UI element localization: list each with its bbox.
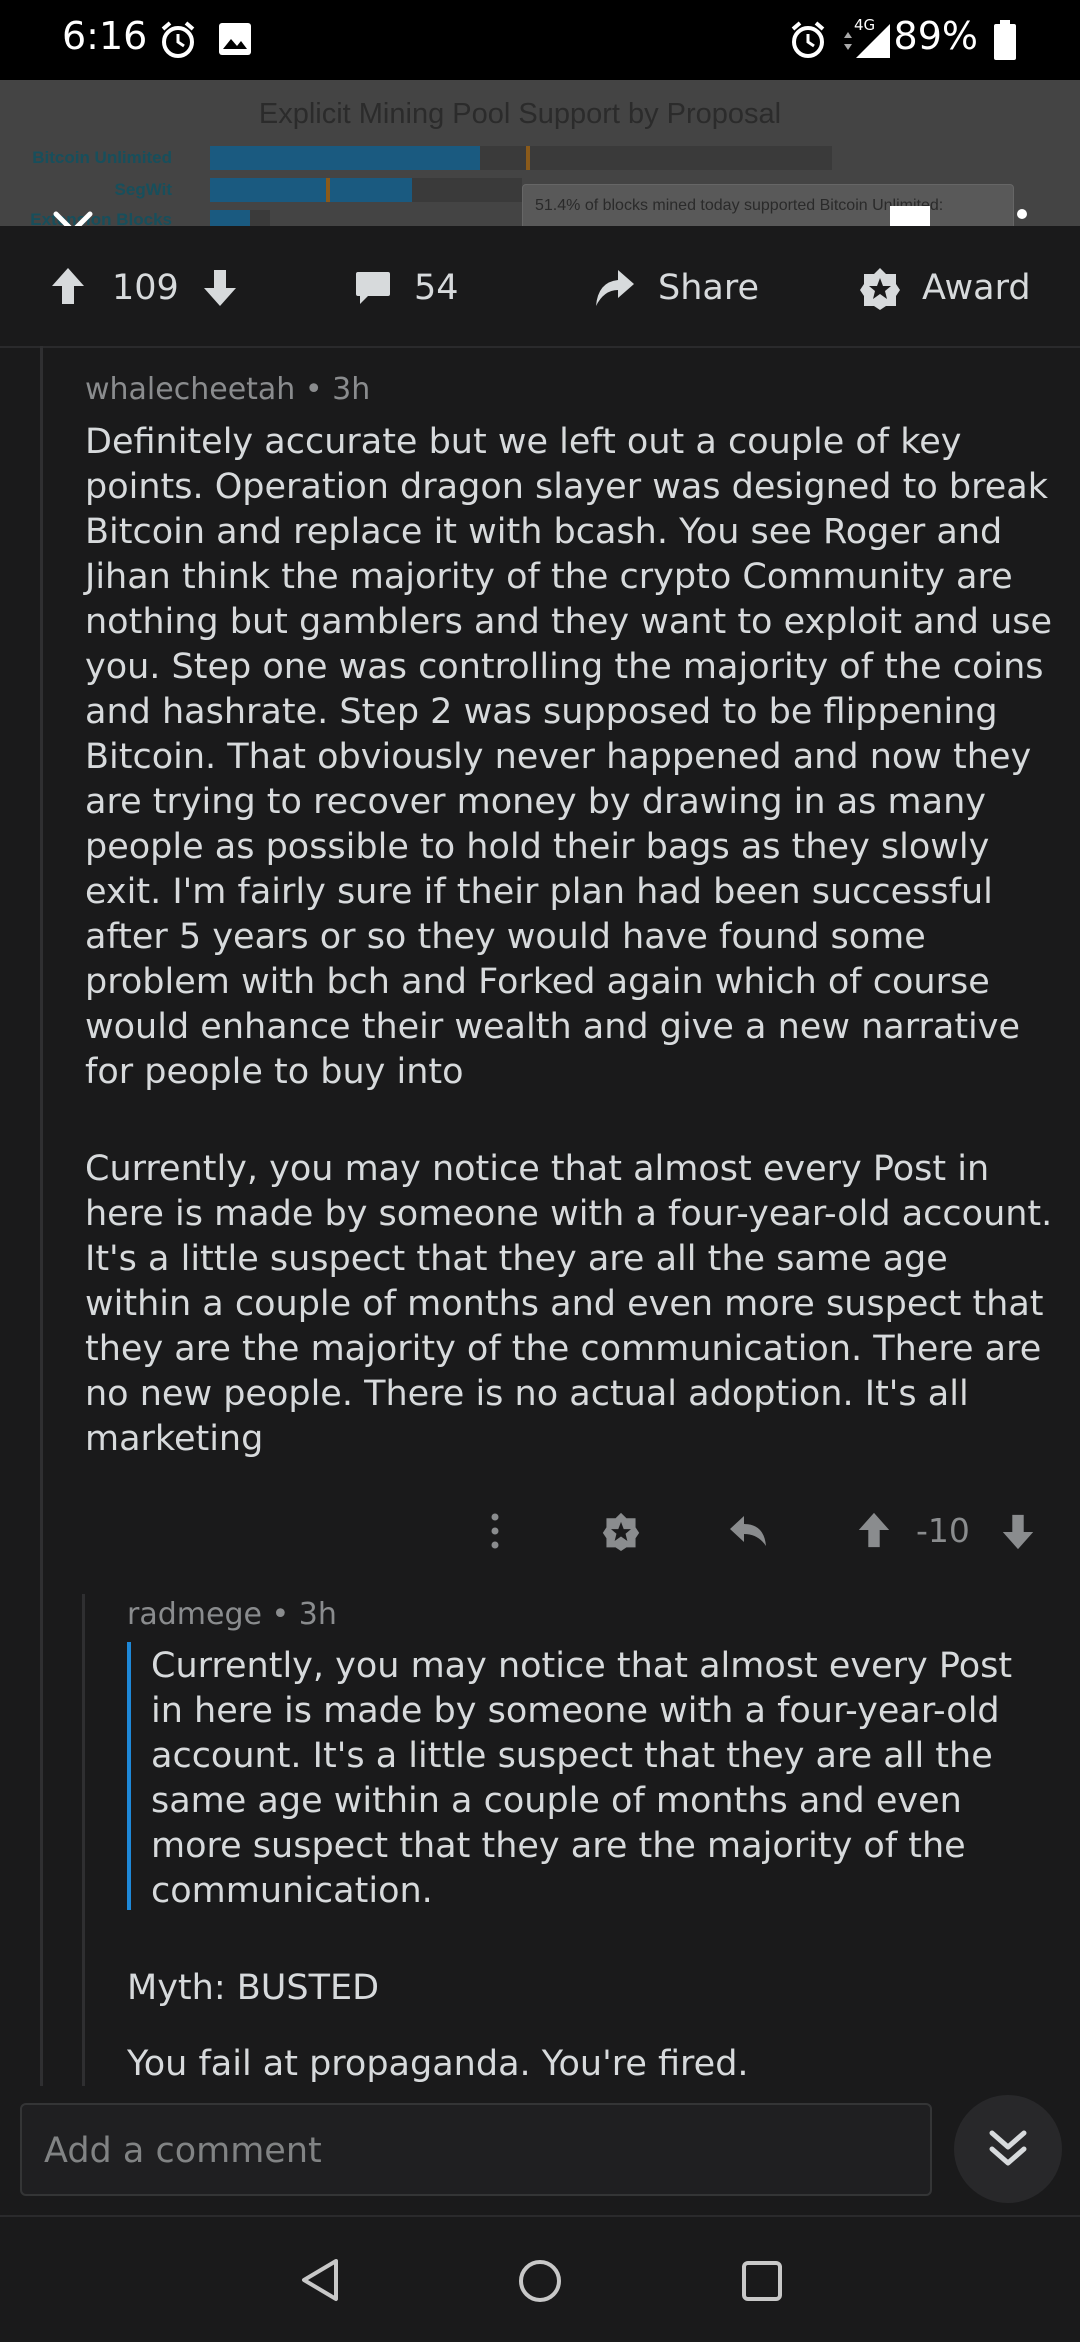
reply-body-line: Myth: BUSTED: [127, 1968, 380, 2008]
post-media-preview[interactable]: Explicit Mining Pool Support by Proposal…: [0, 80, 1080, 226]
more-options-icon[interactable]: [489, 1512, 501, 1550]
comment-body-paragraph: Currently, you may notice that almost ev…: [85, 1149, 1053, 1459]
status-time: 6:16: [62, 14, 148, 58]
chart-tooltip: 51.4% of blocks mined today supported Bi…: [522, 184, 1014, 226]
bookmark-icon[interactable]: [888, 204, 932, 226]
jump-next-button[interactable]: [954, 2095, 1062, 2203]
award-icon[interactable]: [601, 1511, 641, 1551]
reply-body-clip: You fail at propaganda. You're fired.: [127, 2042, 1057, 2086]
image-icon: [219, 23, 251, 55]
alarm-icon: [161, 21, 195, 58]
bar-fill: [210, 178, 412, 202]
comment-input-placeholder[interactable]: Add a comment: [44, 2131, 322, 2171]
comment-score: -10: [916, 1511, 970, 1550]
reply-icon[interactable]: [728, 1514, 768, 1548]
status-bar: 6:16 4G 89%: [0, 0, 1080, 80]
upvote-icon[interactable]: [856, 1511, 892, 1549]
share-button[interactable]: Share: [658, 268, 759, 308]
comment-body-paragraph: Definitely accurate but we left out a co…: [85, 422, 1053, 1092]
bar-track: [210, 146, 832, 170]
battery-icon: [994, 20, 1016, 60]
recents-icon[interactable]: [741, 2260, 783, 2302]
category-label: Bitcoin Unlimited: [32, 148, 172, 167]
reply-author[interactable]: radmege: [127, 1597, 262, 1632]
threshold-marker: [526, 146, 530, 170]
share-icon[interactable]: [594, 268, 636, 308]
alarm-icon-right: [791, 21, 825, 58]
quote-bar: [127, 1642, 131, 1910]
downvote-icon[interactable]: [1000, 1513, 1036, 1551]
signal-icon: [844, 24, 890, 58]
comment-author[interactable]: whalecheetah: [85, 372, 295, 407]
close-icon[interactable]: [52, 210, 94, 226]
nested-thread-line: [82, 1594, 85, 2086]
double-chevron-down-icon: [989, 2130, 1027, 2166]
chart-title: Explicit Mining Pool Support by Proposal: [258, 98, 782, 130]
reply-age: 3h: [298, 1597, 337, 1632]
bar-fill: [210, 146, 480, 170]
award-icon[interactable]: [858, 266, 902, 310]
system-nav-bar: [0, 2215, 1080, 2342]
reply-body-line: You fail at propaganda. You're fired.: [127, 2044, 749, 2084]
comment-icon[interactable]: [354, 270, 392, 306]
quoted-text: Currently, you may notice that almost ev…: [151, 1646, 1013, 1911]
comment-count[interactable]: 54: [414, 268, 459, 308]
downvote-icon[interactable]: [202, 268, 238, 308]
more-vertical-icon[interactable]: [1012, 208, 1032, 226]
home-icon[interactable]: [517, 2258, 563, 2304]
threshold-marker: [326, 178, 330, 202]
back-icon[interactable]: [298, 2257, 342, 2303]
bar-fill: [210, 210, 250, 226]
meta-separator: •: [304, 372, 323, 407]
comment-meta: whalecheetah • 3h: [85, 372, 370, 407]
thread-line: [40, 346, 43, 2086]
bar-track: [210, 178, 522, 202]
reply-meta: radmege • 3h: [127, 1597, 337, 1632]
battery-percent: 89%: [893, 14, 978, 58]
award-button[interactable]: Award: [922, 268, 1031, 308]
category-label: Extension Blocks: [30, 210, 172, 226]
comment-composer[interactable]: Add a comment: [20, 2103, 932, 2196]
meta-separator: •: [271, 1597, 290, 1632]
comment-age: 3h: [332, 372, 371, 407]
upvote-icon[interactable]: [50, 266, 86, 306]
upvote-count: 109: [112, 268, 179, 308]
bar-track: [210, 210, 270, 226]
post-action-bar: 109 54 Share Award: [0, 226, 1080, 348]
category-label: SegWit: [114, 180, 172, 199]
